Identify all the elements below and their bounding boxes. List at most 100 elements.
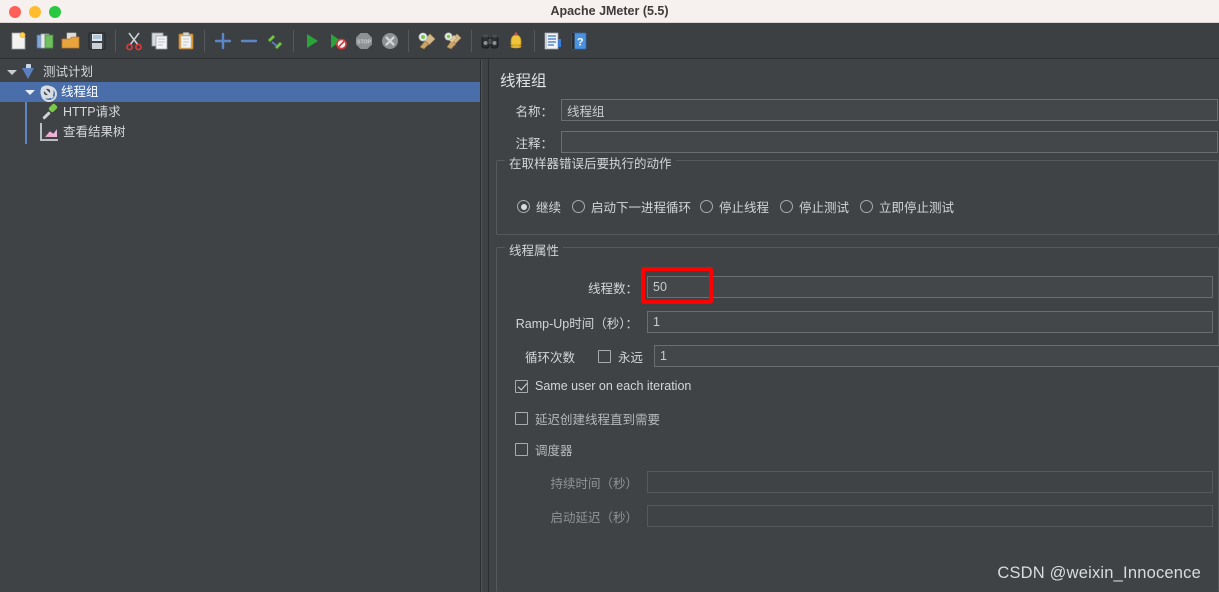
comment-input[interactable] <box>561 131 1218 153</box>
binoculars-icon <box>481 34 499 48</box>
radio-continue[interactable]: 继续 <box>517 197 561 216</box>
tree-node-thread-group[interactable]: 线程组 <box>0 82 480 102</box>
view-results-tree-icon <box>40 123 58 141</box>
tree-node-label: 测试计划 <box>43 65 94 79</box>
same-user-label: Same user on each iteration <box>535 379 692 393</box>
radio-indicator <box>572 200 585 213</box>
toolbar-separator <box>408 29 409 52</box>
tree-expander-test-plan[interactable] <box>4 62 20 82</box>
ramp-up-row: Ramp-Up时间（秒）： <box>497 311 1219 333</box>
tree-node-label: 查看结果树 <box>63 125 126 139</box>
duration-row: 持续时间（秒） <box>497 471 1219 493</box>
expand-all-button[interactable] <box>210 27 236 55</box>
chevron-down-icon <box>25 89 35 95</box>
start-no-pauses-button[interactable] <box>325 27 351 55</box>
reset-search-button[interactable] <box>503 27 529 55</box>
help-button[interactable]: ? <box>566 27 592 55</box>
radio-stop-thread[interactable]: 停止线程 <box>700 197 769 216</box>
radio-start-next-loop[interactable]: 启动下一进程循环 <box>572 197 691 216</box>
thread-properties-group: 线程属性 线程数： Ramp-Up时间（秒）： 循环次数 永远 Same use… <box>496 240 1219 592</box>
tree-node-view-results-tree[interactable]: 查看结果树 <box>0 122 480 142</box>
page-title: 线程组 <box>500 73 547 90</box>
new-button[interactable] <box>6 27 32 55</box>
thread-properties-legend: 线程属性 <box>505 240 564 259</box>
forever-label: 永远 <box>618 350 644 365</box>
test-plan-tree[interactable]: 测试计划 线程组 HTTP请求 查看结果树 <box>0 59 480 144</box>
delay-thread-creation-checkbox[interactable]: 延迟创建线程直到需要 <box>515 409 660 428</box>
svg-text:STOP: STOP <box>357 39 372 45</box>
shutdown-x-icon <box>382 32 398 49</box>
duration-label: 持续时间（秒） <box>550 476 638 491</box>
search-button[interactable] <box>477 27 503 55</box>
minus-icon <box>240 39 258 42</box>
stop-button[interactable]: STOP <box>351 27 377 55</box>
play-green-icon <box>307 33 318 48</box>
thread-group-detail-panel: 线程组 名称： 注释： 在取样器错误后要执行的动作 继续 启动下一进程循环 停止… <box>489 59 1219 592</box>
radio-indicator <box>780 200 793 213</box>
open-button[interactable] <box>58 27 84 55</box>
loop-count-input[interactable] <box>654 345 1219 367</box>
toolbar-separator <box>471 29 472 52</box>
watermark-text: CSDN @weixin_Innocence <box>997 564 1201 582</box>
same-user-checkbox[interactable]: Same user on each iteration <box>515 379 691 393</box>
broom-icon <box>418 32 436 49</box>
clear-button[interactable] <box>414 27 440 55</box>
chevron-down-icon <box>7 69 17 75</box>
paste-button[interactable] <box>173 27 199 55</box>
ramp-up-label: Ramp-Up时间（秒）： <box>515 316 638 331</box>
duration-input <box>647 471 1213 493</box>
function-helper-button[interactable] <box>540 27 566 55</box>
panel-splitter[interactable] <box>481 59 489 592</box>
radio-stop-test-now[interactable]: 立即停止测试 <box>860 197 954 216</box>
threads-count-input[interactable] <box>647 276 1213 298</box>
loop-count-row: 循环次数 永远 <box>497 345 1219 367</box>
tree-node-label: 线程组 <box>61 85 99 99</box>
templates-button[interactable] <box>32 27 58 55</box>
radio-indicator <box>700 200 713 213</box>
radio-label: 停止线程 <box>719 201 770 215</box>
radio-label: 停止测试 <box>799 201 850 215</box>
tree-node-test-plan[interactable]: 测试计划 <box>0 62 480 82</box>
tree-node-http-request[interactable]: HTTP请求 <box>0 102 480 122</box>
tree-expander-thread-group[interactable] <box>22 82 38 102</box>
comment-label: 注释： <box>515 136 553 151</box>
collapse-all-button[interactable] <box>236 27 262 55</box>
window-title: Apache JMeter (5.5) <box>550 4 669 18</box>
bell-reset-icon <box>510 32 522 48</box>
plus-icon <box>214 32 232 49</box>
test-plan-icon <box>20 63 38 81</box>
name-input[interactable] <box>561 99 1218 121</box>
svg-text:?: ? <box>577 36 584 48</box>
test-plan-tree-panel[interactable]: 测试计划 线程组 HTTP请求 查看结果树 <box>0 59 481 592</box>
toolbar-separator <box>534 29 535 52</box>
scheduler-checkbox[interactable]: 调度器 <box>515 440 573 459</box>
http-request-pipette-icon <box>40 103 58 121</box>
ramp-up-input[interactable] <box>647 311 1213 333</box>
toggle-button[interactable] <box>262 27 288 55</box>
checkbox-indicator <box>515 443 528 456</box>
radio-label: 启动下一进程循环 <box>591 201 692 215</box>
clear-all-button[interactable] <box>440 27 466 55</box>
forever-checkbox[interactable]: 永远 <box>598 347 643 366</box>
radio-indicator <box>860 200 873 213</box>
play-no-pauses-icon <box>331 33 347 49</box>
new-file-icon <box>11 31 26 49</box>
start-button[interactable] <box>299 27 325 55</box>
error-action-group: 在取样器错误后要执行的动作 继续 启动下一进程循环 停止线程 停止测试 立即停止… <box>496 153 1219 235</box>
startup-delay-row: 启动延迟（秒） <box>497 505 1219 527</box>
checkbox-indicator <box>515 412 528 425</box>
name-label: 名称： <box>515 104 553 119</box>
copy-icon <box>151 32 168 49</box>
radio-stop-test[interactable]: 停止测试 <box>780 197 849 216</box>
radio-indicator <box>517 200 530 213</box>
cut-button[interactable] <box>121 27 147 55</box>
save-button[interactable] <box>84 27 110 55</box>
loop-count-label: 循环次数 <box>524 350 575 365</box>
copy-button[interactable] <box>147 27 173 55</box>
toolbar-separator <box>293 29 294 52</box>
clipboard-paste-icon <box>178 31 194 49</box>
startup-delay-input <box>647 505 1213 527</box>
radio-label: 立即停止测试 <box>879 201 955 215</box>
scissors-icon <box>126 32 142 50</box>
shutdown-button[interactable] <box>377 27 403 55</box>
